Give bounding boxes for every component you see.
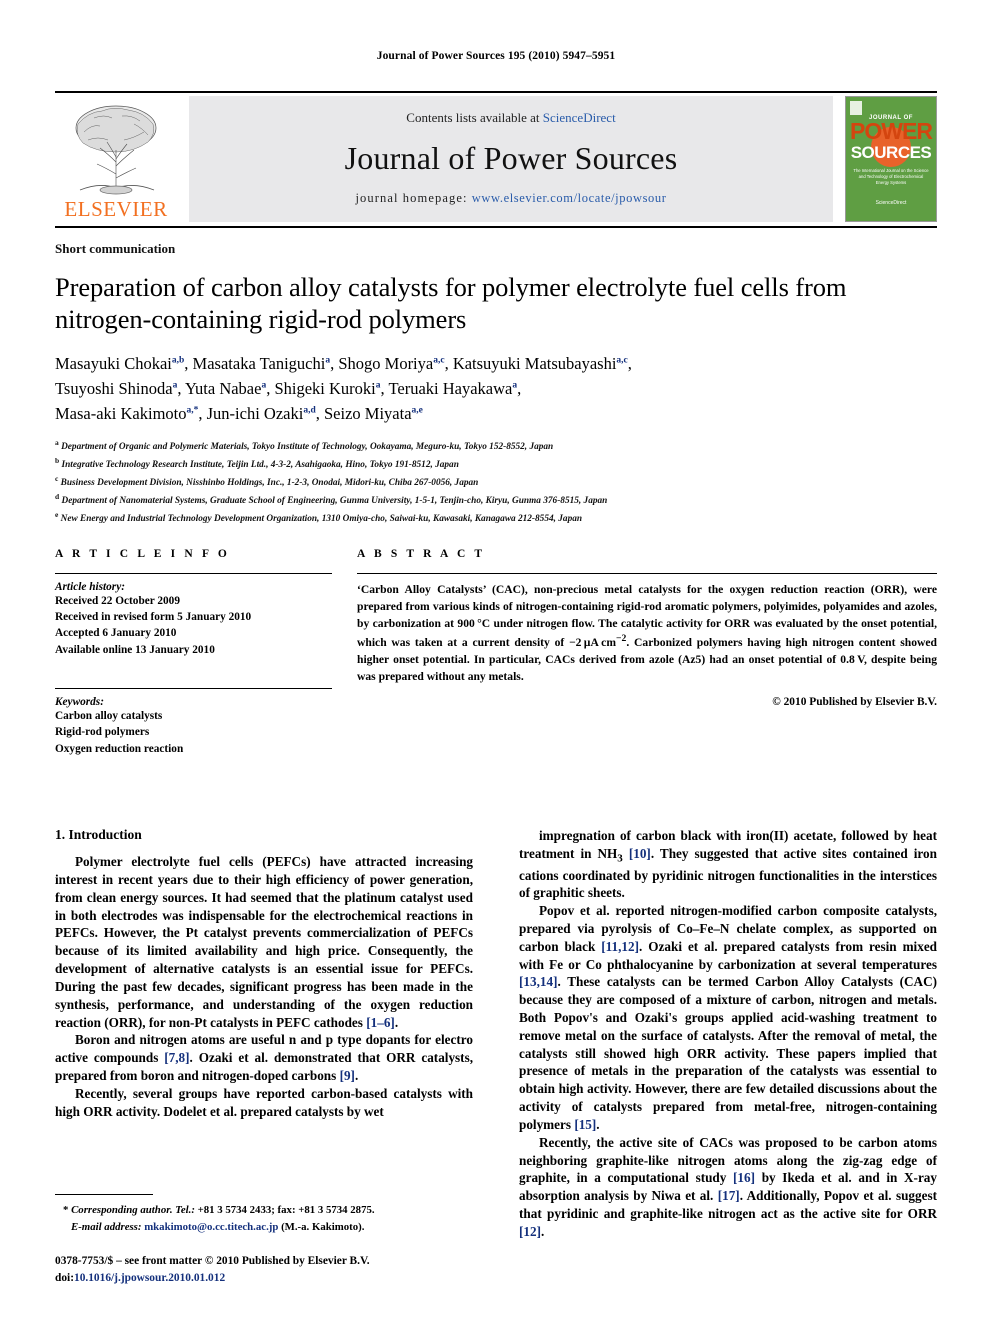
- article-page: Journal of Power Sources 195 (2010) 5947…: [0, 0, 992, 1323]
- body-paragraph: Polymer electrolyte fuel cells (PEFCs) h…: [55, 854, 473, 1030]
- elsevier-logo[interactable]: ELSEVIER: [55, 96, 177, 222]
- affiliation-text: Business Development Division, Nisshinbo…: [60, 478, 479, 489]
- body-paragraph: Popov et al. reported nitrogen-modified …: [519, 903, 938, 1132]
- cover-line2: POWER: [850, 118, 933, 144]
- article-info-block: A R T I C L E I N F O Article history: R…: [55, 548, 332, 758]
- running-head: Journal of Power Sources 195 (2010) 5947…: [376, 50, 616, 62]
- abstract-copyright: © 2010 Published by Elsevier B.V.: [772, 695, 937, 708]
- doi-link[interactable]: 10.1016/j.jpowsour.2010.01.012: [74, 1272, 225, 1284]
- footnote-rule: [55, 1194, 153, 1196]
- keyword-item: Carbon alloy catalysts: [55, 710, 163, 723]
- affiliation-marker: a: [55, 437, 59, 447]
- affiliation-text: Department of Organic and Polymeric Mate…: [61, 441, 554, 452]
- affiliation-item: c Business Development Division, Nisshin…: [55, 473, 937, 491]
- corresponding-author-note: * Corresponding author. Tel.: +81 3 5734…: [63, 1204, 375, 1217]
- affiliation-marker: b: [55, 456, 60, 466]
- journal-homepage-line: journal homepage: www.elsevier.com/locat…: [355, 191, 666, 206]
- journal-title: Journal of Power Sources: [344, 140, 678, 176]
- homepage-url-link[interactable]: www.elsevier.com/locate/jpowsour: [472, 191, 667, 205]
- masthead-top-rule: [55, 91, 937, 93]
- cover-sciencedirect-mark: ScienceDirect: [875, 200, 907, 206]
- elsevier-wordmark: ELSEVIER: [64, 197, 168, 221]
- affiliation-marker: d: [55, 492, 60, 502]
- body-columns: 1. Introduction Polymer electrolyte fuel…: [55, 827, 937, 1240]
- cover-line3: SOURCES: [850, 142, 932, 162]
- article-info-rule: [55, 572, 332, 574]
- keyword-item: Oxygen reduction reaction: [55, 742, 184, 755]
- info-abstract-band: A R T I C L E I N F O Article history: R…: [55, 548, 937, 758]
- affiliation-item: b Integrative Technology Research Instit…: [55, 455, 937, 473]
- email-address-note: E-mail address: mkakimoto@o.cc.titech.ac…: [71, 1220, 365, 1233]
- author-list: Masayuki Chokaia,b, Masataka Taniguchia,…: [55, 353, 632, 423]
- article-info-heading: A R T I C L E I N F O: [55, 547, 230, 560]
- contents-prefix: Contents lists available at: [406, 110, 543, 125]
- section-heading-introduction: 1. Introduction: [55, 827, 142, 843]
- affiliation-item: e New Energy and Industrial Technology D…: [55, 509, 937, 527]
- cover-subtitle: The International Journal on the Science…: [853, 167, 929, 186]
- history-item: Received 22 October 2009: [55, 594, 180, 607]
- article-type-label: Short communication: [55, 241, 176, 256]
- affiliation-text: New Energy and Industrial Technology Dev…: [60, 514, 583, 525]
- journal-masthead: ELSEVIER Contents lists available at Sci…: [55, 96, 937, 222]
- doi-prefix: doi:: [55, 1271, 74, 1284]
- cover-elsevier-mark: [850, 101, 862, 115]
- body-paragraph: Recently, the active site of CACs was pr…: [519, 1134, 937, 1239]
- body-paragraph: impregnation of carbon black with iron(I…: [519, 828, 937, 901]
- affiliation-marker: c: [55, 474, 59, 484]
- history-item: Received in revised form 5 January 2010: [55, 610, 252, 623]
- doi-line: doi:10.1016/j.jpowsour.2010.01.012: [55, 1270, 473, 1287]
- body-column-right: impregnation of carbon black with iron(I…: [519, 827, 937, 1240]
- abstract-rule: [357, 572, 937, 574]
- history-item: Available online 13 January 2010: [55, 643, 215, 656]
- abstract-block: A B S T R A C T ‘Carbon Alloy Catalysts’…: [357, 548, 937, 758]
- journal-cover-thumbnail[interactable]: JOURNAL OF POWER SOURCES The Internation…: [845, 96, 937, 222]
- history-item: Accepted 6 January 2010: [55, 627, 177, 640]
- keywords-rule: [55, 688, 332, 690]
- affiliation-list: a Department of Organic and Polymeric Ma…: [55, 437, 937, 528]
- affiliation-text: Department of Nanomaterial Systems, Grad…: [61, 496, 608, 507]
- masthead-bottom-rule: [55, 226, 937, 228]
- issn-copyright-block: 0378-7753/$ – see front matter © 2010 Pu…: [55, 1253, 473, 1287]
- affiliation-marker: e: [55, 510, 59, 520]
- keyword-item: Rigid-rod polymers: [55, 726, 150, 739]
- body-column-left: 1. Introduction Polymer electrolyte fuel…: [55, 827, 473, 1240]
- issn-line: 0378-7753/$ – see front matter © 2010 Pu…: [55, 1254, 370, 1267]
- sciencedirect-link[interactable]: ScienceDirect: [543, 110, 616, 125]
- keywords-label: Keywords:: [55, 696, 104, 709]
- abstract-text: ‘Carbon Alloy Catalysts’ (CAC), non-prec…: [357, 582, 938, 683]
- contents-available-line: Contents lists available at ScienceDirec…: [406, 110, 615, 126]
- affiliation-text: Integrative Technology Research Institut…: [61, 460, 459, 471]
- affiliation-item: a Department of Organic and Polymeric Ma…: [55, 437, 937, 455]
- elsevier-tree-icon: [75, 105, 157, 195]
- affiliation-item: d Department of Nanomaterial Systems, Gr…: [55, 491, 937, 509]
- body-paragraph: Recently, several groups have reported c…: [55, 1085, 473, 1119]
- masthead-center-panel: Contents lists available at ScienceDirec…: [189, 96, 833, 222]
- homepage-label: journal homepage:: [355, 191, 468, 205]
- article-history-label: Article history:: [55, 580, 125, 593]
- page-title: Preparation of carbon alloy catalysts fo…: [55, 272, 847, 335]
- body-paragraph: Boron and nitrogen atoms are useful n an…: [55, 1032, 473, 1083]
- abstract-heading: A B S T R A C T: [357, 547, 486, 560]
- footnote-block: * Corresponding author. Tel.: +81 3 5734…: [55, 1194, 473, 1287]
